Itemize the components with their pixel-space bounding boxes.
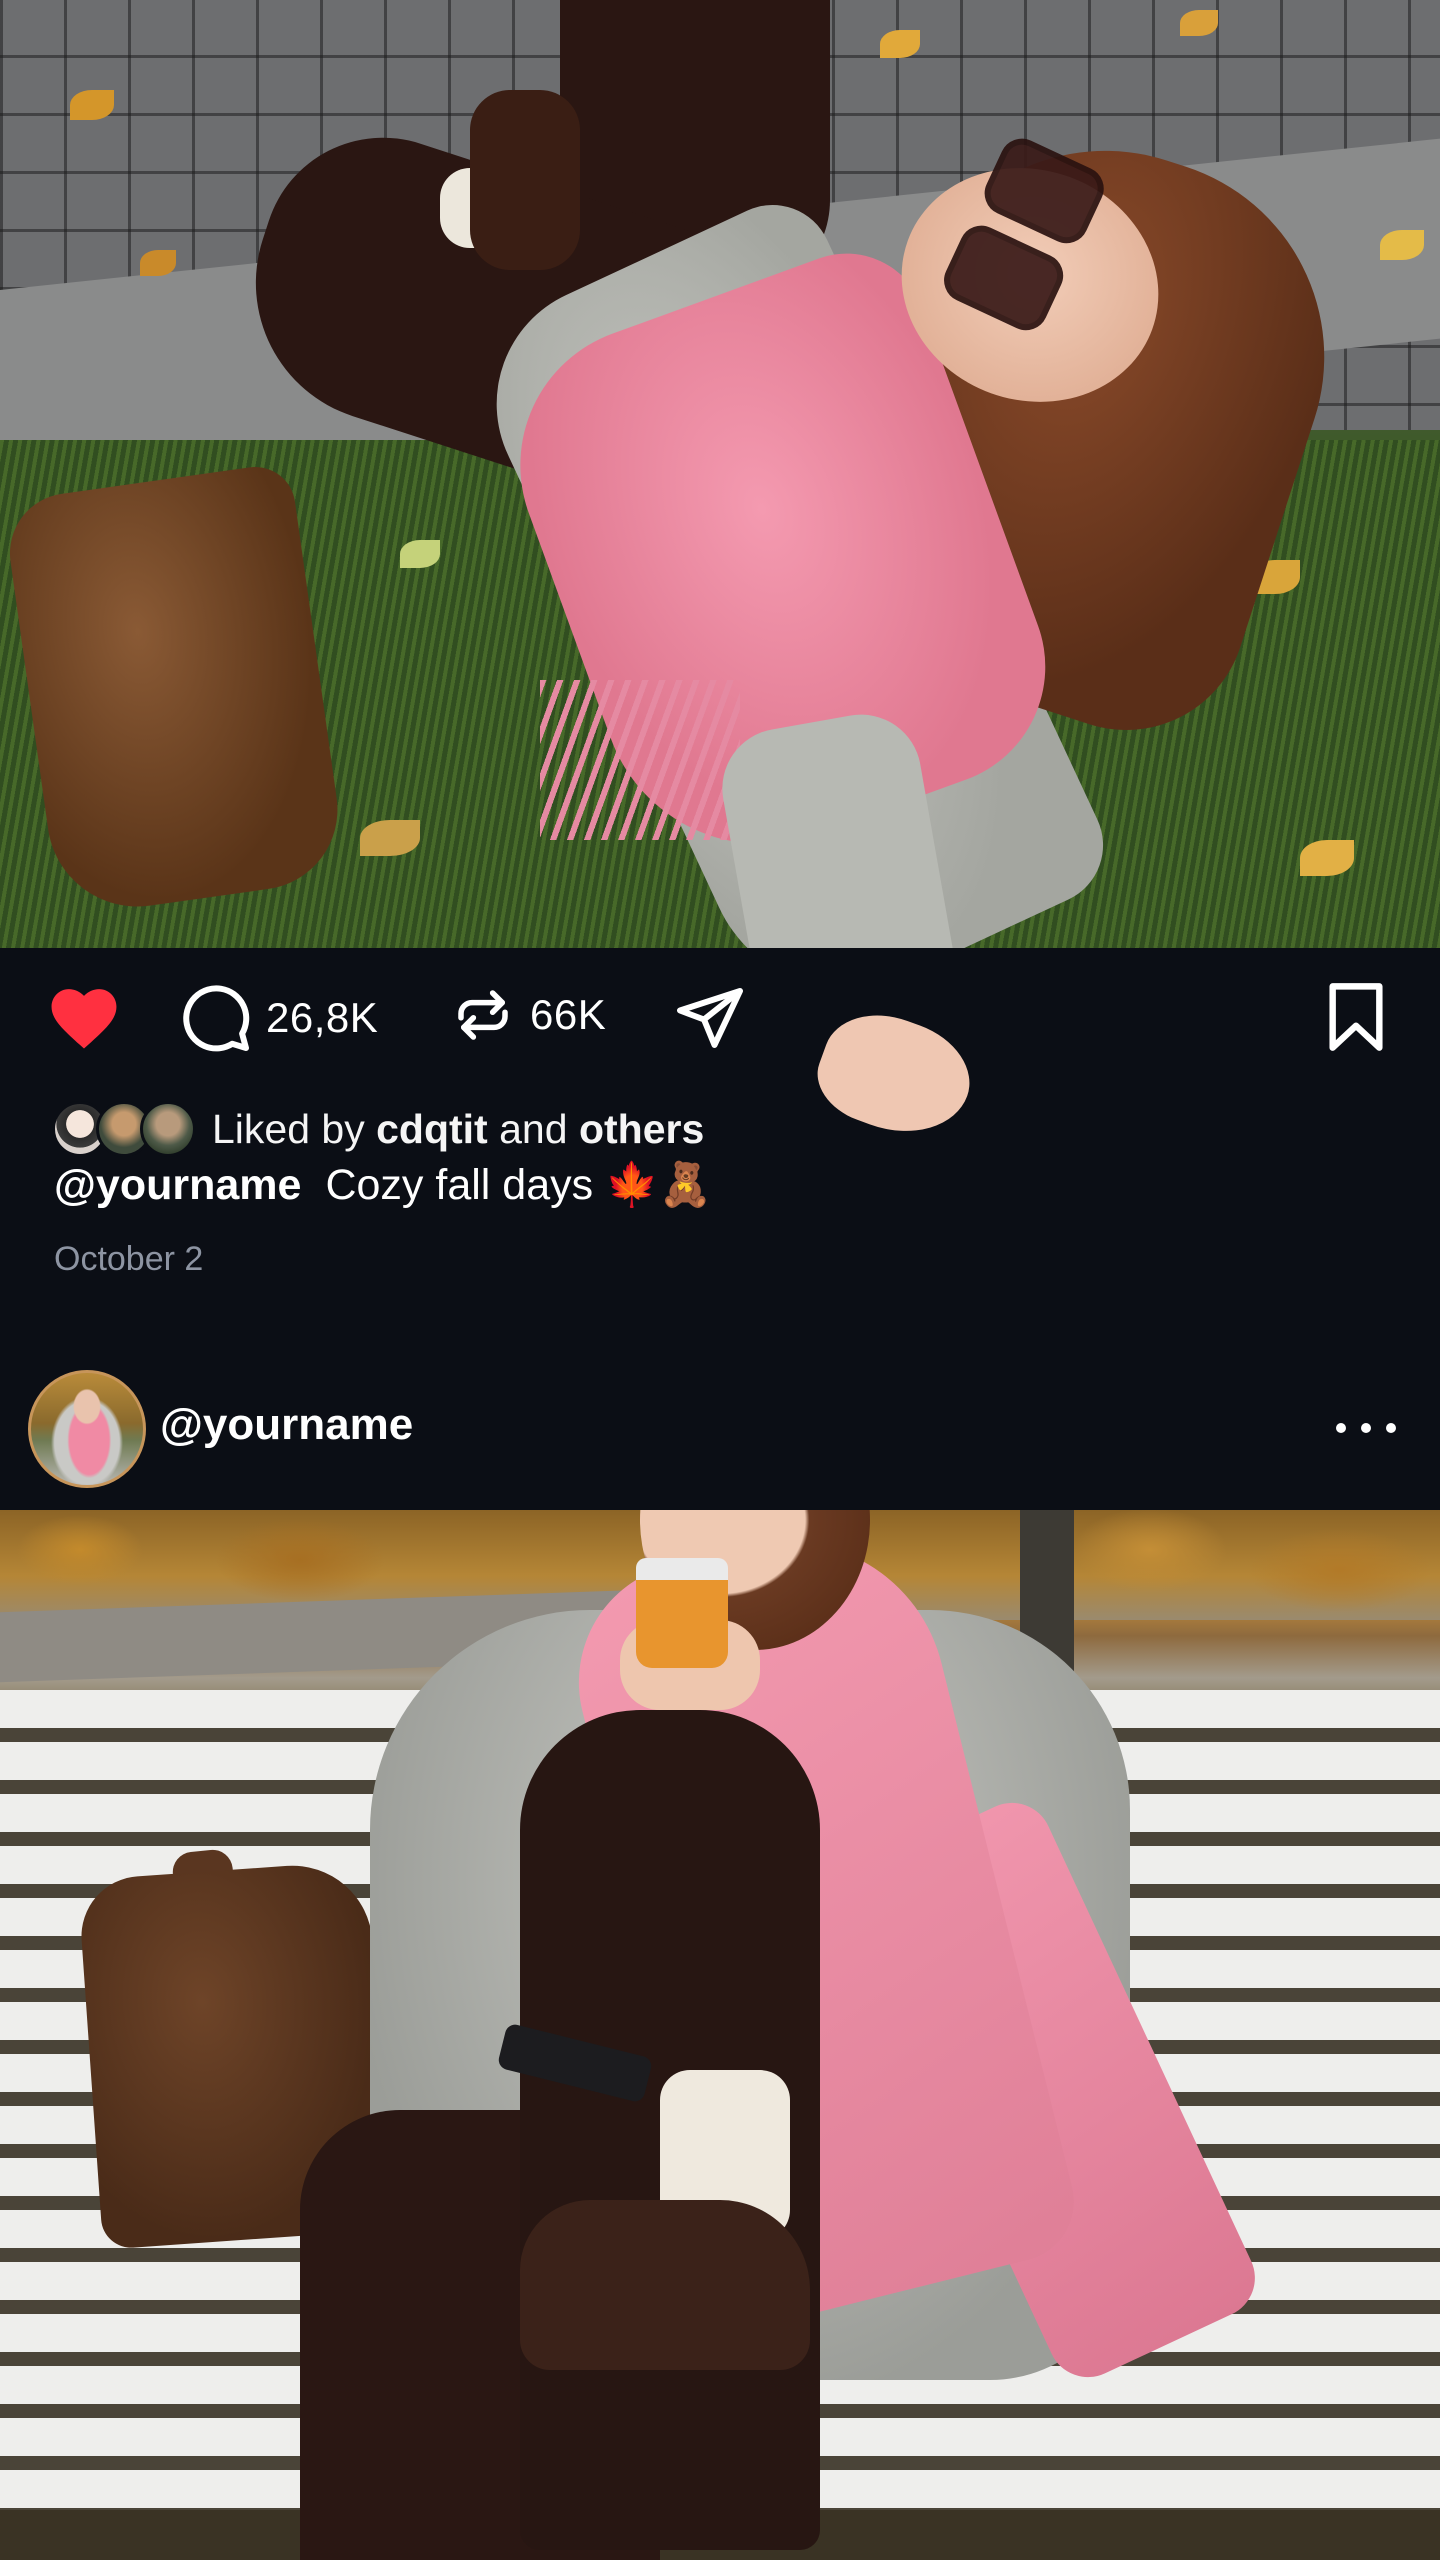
leaf	[400, 540, 440, 568]
post-date: October 2	[54, 1240, 204, 1278]
avatar	[140, 1101, 196, 1157]
liked-by-others-link[interactable]: others	[579, 1106, 704, 1152]
paper-plane-icon	[677, 988, 743, 1048]
repost-icon	[458, 990, 508, 1040]
bookmark-icon	[1329, 983, 1383, 1051]
share-button[interactable]	[672, 982, 748, 1054]
post-image-1[interactable]	[0, 0, 1440, 948]
leaf	[1380, 230, 1424, 260]
boot	[520, 2200, 810, 2370]
scarf-fringe	[540, 680, 740, 840]
like-button[interactable]	[46, 982, 122, 1050]
post-username-link[interactable]: @yourname	[160, 1400, 413, 1450]
brown-bag	[2, 461, 348, 919]
post-header-2: @yourname	[0, 1360, 1440, 1510]
leaf	[140, 250, 176, 276]
leaf	[1180, 10, 1218, 36]
liked-by-avatars	[52, 1099, 200, 1159]
more-horizontal-icon	[1361, 1423, 1371, 1433]
liked-by-conjunction: and	[499, 1105, 568, 1152]
coffee-cup	[636, 1558, 728, 1668]
heart-filled-icon	[51, 989, 117, 1049]
liked-by-user-link[interactable]: cdqtit	[376, 1106, 488, 1152]
liked-by-row[interactable]: Liked by cdqtit and others	[52, 1098, 704, 1160]
comment-button[interactable]: 26,8K	[180, 982, 378, 1054]
more-options-button[interactable]	[1336, 1410, 1396, 1446]
caption-text: Cozy fall days 🍁🧸	[325, 1161, 713, 1209]
comment-bubble-icon	[183, 985, 250, 1052]
save-button[interactable]	[1326, 982, 1386, 1052]
post-caption: @yourname Cozy fall days 🍁🧸	[54, 1160, 712, 1210]
repost-count: 66K	[530, 991, 607, 1038]
more-horizontal-icon	[1386, 1423, 1396, 1433]
leaf	[1300, 840, 1354, 876]
comment-count: 26,8K	[266, 994, 379, 1041]
leaf	[70, 90, 114, 120]
post-actions-bar: 26,8K 66K	[0, 948, 1440, 1068]
leaf	[360, 820, 420, 856]
liked-by-text: Liked by cdqtit and others	[212, 1106, 704, 1153]
avatar[interactable]	[28, 1370, 146, 1488]
more-horizontal-icon	[1336, 1423, 1346, 1433]
liked-by-prefix: Liked by	[212, 1105, 365, 1152]
post-image-2[interactable]	[0, 1510, 1440, 2560]
caption-username-link[interactable]: @yourname	[54, 1161, 301, 1209]
boot	[470, 90, 580, 270]
repost-button[interactable]: 66K	[450, 982, 606, 1048]
leaf	[880, 30, 920, 58]
